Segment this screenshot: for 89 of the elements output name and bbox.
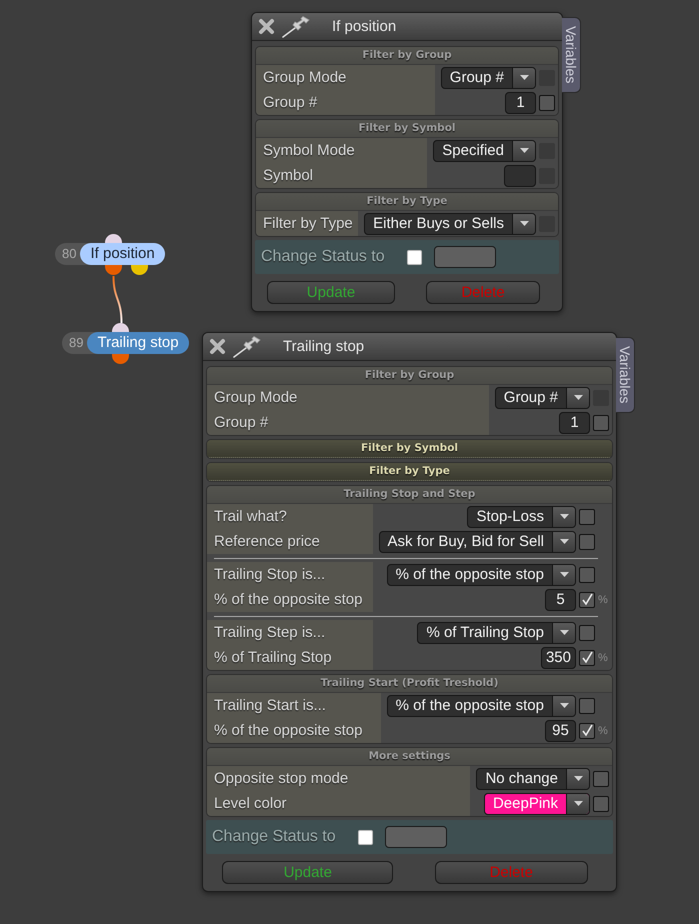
field-label: Reference price xyxy=(207,529,373,554)
checkbox[interactable] xyxy=(579,650,595,666)
pin-icon[interactable] xyxy=(233,336,263,358)
field-label: Filter by Type xyxy=(256,211,358,236)
checkbox[interactable] xyxy=(579,698,595,714)
checkbox[interactable] xyxy=(579,624,595,640)
node-number: 80 xyxy=(61,245,78,263)
field-label: Group Mode xyxy=(256,65,435,90)
dropdown[interactable]: % of Trailing Stop xyxy=(417,622,576,644)
field-label: Trailing Start is... xyxy=(207,693,381,718)
checkbox[interactable] xyxy=(593,770,609,786)
dropdown[interactable]: % of the opposite stop xyxy=(386,564,576,586)
checkmark-icon xyxy=(580,593,594,606)
number-field[interactable]: 1 xyxy=(505,92,536,114)
field-label: Group # xyxy=(207,410,489,435)
connector-line xyxy=(112,276,122,324)
caret-icon xyxy=(560,703,568,708)
dropdown[interactable]: No change xyxy=(476,768,590,790)
checkbox[interactable] xyxy=(593,414,609,430)
checkbox[interactable] xyxy=(579,592,595,608)
field-label: % of the opposite stop xyxy=(207,587,373,612)
caret-icon xyxy=(574,776,582,781)
side-tab[interactable]: Variables xyxy=(562,17,581,93)
dropdown[interactable]: DeepPink xyxy=(484,792,590,814)
checkbox[interactable] xyxy=(579,722,595,738)
unit-label: % xyxy=(598,652,608,664)
flow-node[interactable]: 80 If position xyxy=(55,243,165,265)
dropdown[interactable]: Ask for Buy, Bid for Sell xyxy=(378,530,576,552)
node-label[interactable]: Trailing stop xyxy=(87,332,189,354)
dropdown[interactable]: Group # xyxy=(494,386,590,408)
caret-icon xyxy=(520,148,528,153)
field-label: Symbol xyxy=(256,163,428,188)
checkbox[interactable] xyxy=(579,534,595,550)
port-icon[interactable] xyxy=(105,234,122,243)
checkmark-icon xyxy=(580,651,594,664)
checkbox[interactable] xyxy=(406,250,422,264)
status-field[interactable] xyxy=(384,826,447,848)
caret-icon xyxy=(520,75,528,80)
checkbox[interactable] xyxy=(579,566,595,582)
field-label: % of the opposite stop xyxy=(207,718,381,743)
section-header[interactable]: Filter by Symbol xyxy=(207,440,612,458)
checkmark-icon xyxy=(580,724,594,737)
field-label: Level color xyxy=(207,791,470,816)
dropdown[interactable]: Either Buys or Sells xyxy=(364,212,536,234)
caret-icon xyxy=(574,395,582,400)
close-icon[interactable] xyxy=(209,338,226,355)
unit-label: % xyxy=(598,724,608,736)
text-field[interactable] xyxy=(504,164,536,186)
dropdown[interactable]: % of the opposite stop xyxy=(386,694,576,716)
checkbox[interactable] xyxy=(579,508,595,524)
section-header[interactable]: Filter by Type xyxy=(207,463,612,481)
window-title: If position xyxy=(332,18,396,35)
node-label[interactable]: If position xyxy=(80,243,165,265)
field-label: Group Mode xyxy=(207,385,489,410)
status-field[interactable] xyxy=(434,246,496,268)
field-label: Trailing Step is... xyxy=(207,620,373,645)
node-number: 89 xyxy=(68,334,84,352)
field-label: % of Trailing Stop xyxy=(207,645,373,670)
status-label: Change Status to xyxy=(261,248,385,266)
caret-icon xyxy=(560,539,568,544)
field-label: Trailing Stop is... xyxy=(207,562,373,587)
number-field[interactable]: 1 xyxy=(559,412,590,434)
port-icon[interactable] xyxy=(131,265,148,275)
field-label: Opposite stop mode xyxy=(207,766,470,791)
flow-node[interactable]: 89 Trailing stop xyxy=(62,332,189,354)
dropdown[interactable]: Stop-Loss xyxy=(467,506,576,528)
checkbox[interactable] xyxy=(358,830,373,844)
window-title: Trailing stop xyxy=(283,338,364,355)
number-field[interactable]: 5 xyxy=(545,588,576,610)
checkbox[interactable] xyxy=(539,94,555,110)
caret-icon xyxy=(560,514,568,519)
number-field[interactable]: 350 xyxy=(540,646,576,668)
caret-icon xyxy=(560,630,568,635)
dropdown[interactable]: Group # xyxy=(440,66,536,88)
unit-label: % xyxy=(598,594,608,606)
side-tab[interactable]: Variables xyxy=(616,337,635,413)
status-label: Change Status to xyxy=(212,828,336,846)
dropdown[interactable]: Specified xyxy=(433,140,536,162)
pin-icon[interactable] xyxy=(282,16,312,38)
close-icon[interactable] xyxy=(258,18,275,35)
caret-icon xyxy=(520,221,528,226)
field-label: Symbol Mode xyxy=(256,138,428,163)
checkbox[interactable] xyxy=(593,796,609,812)
field-label: Trail what? xyxy=(207,504,373,529)
caret-icon xyxy=(560,572,568,577)
port-icon[interactable] xyxy=(112,323,129,332)
field-label: Group # xyxy=(256,90,435,115)
number-field[interactable]: 95 xyxy=(545,720,576,742)
caret-icon xyxy=(574,801,582,806)
